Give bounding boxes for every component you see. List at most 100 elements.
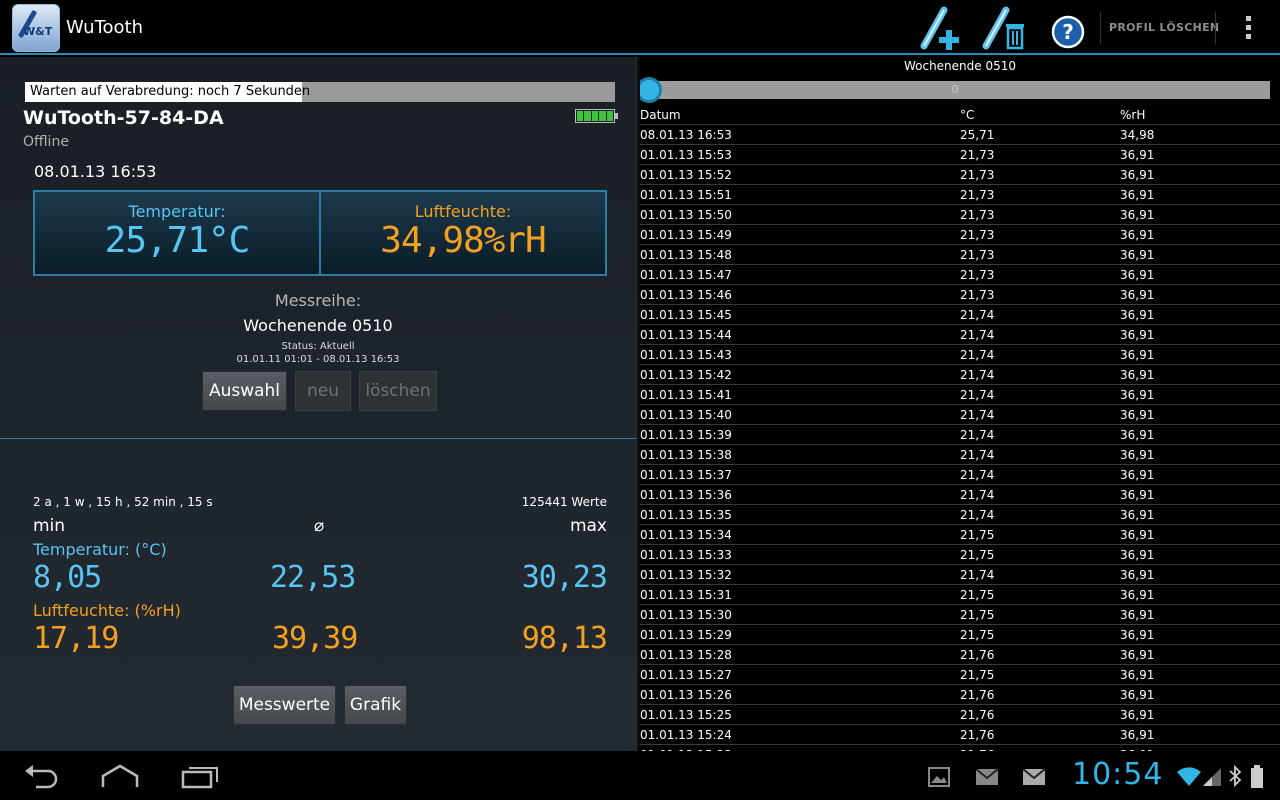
table-row[interactable]: 01.01.13 15:36 21,74 36,91 — [640, 484, 1280, 504]
row-temperature: 21,74 — [960, 488, 995, 502]
battery-level-icon — [575, 109, 618, 123]
table-row[interactable]: 01.01.13 15:51 21,73 36,91 — [640, 184, 1280, 204]
row-humidity: 36,91 — [1120, 248, 1155, 262]
row-humidity: 36,91 — [1120, 568, 1155, 582]
slider-value: 0 — [951, 83, 959, 96]
row-humidity: 36,91 — [1120, 708, 1155, 722]
row-date: 01.01.13 15:36 — [640, 488, 732, 502]
connection-progress-bar: Warten auf Verabredung: noch 7 Sekunden — [25, 82, 615, 102]
row-date: 01.01.13 15:40 — [640, 408, 732, 422]
table-row[interactable]: 01.01.13 15:34 21,75 36,91 — [640, 524, 1280, 544]
overflow-menu-icon[interactable] — [1240, 16, 1256, 42]
humidity-label: Luftfeuchte: — [414, 202, 512, 221]
row-temperature: 21,75 — [960, 608, 995, 622]
table-row[interactable]: 01.01.13 15:25 21,76 36,91 — [640, 704, 1280, 724]
row-temperature: 21,74 — [960, 568, 995, 582]
row-temperature: 21,74 — [960, 408, 995, 422]
new-series-button[interactable]: neu — [295, 371, 351, 411]
action-bar: W&T WuTooth ? PROFIL LÖSCHEN — [0, 0, 1280, 55]
temperature-min: 8,05 — [33, 560, 102, 595]
device-panel: Warten auf Verabredung: noch 7 Sekunden … — [0, 57, 636, 751]
svg-text:?: ? — [1062, 20, 1074, 44]
table-row[interactable]: 01.01.13 15:28 21,76 36,91 — [640, 644, 1280, 664]
help-icon[interactable]: ? — [1050, 10, 1086, 54]
stats-min-label: min — [33, 516, 66, 536]
row-temperature: 21,76 — [960, 688, 995, 702]
delete-sensor-icon[interactable] — [980, 6, 1028, 50]
table-row[interactable]: 01.01.13 15:32 21,74 36,91 — [640, 564, 1280, 584]
row-humidity: 36,91 — [1120, 228, 1155, 242]
row-temperature: 21,75 — [960, 668, 995, 682]
delete-series-button[interactable]: löschen — [359, 371, 437, 411]
table-row[interactable]: 01.01.13 15:39 21,74 36,91 — [640, 424, 1280, 444]
row-temperature: 25,71 — [960, 128, 995, 142]
humidity-average: 39,39 — [272, 621, 358, 656]
table-row[interactable]: 01.01.13 15:29 21,75 36,91 — [640, 624, 1280, 644]
table-row[interactable]: 01.01.13 15:33 21,75 36,91 — [640, 544, 1280, 564]
temperature-label: Temperatur: — [128, 202, 226, 221]
table-row[interactable]: 01.01.13 15:52 21,73 36,91 — [640, 164, 1280, 184]
row-temperature: 21,73 — [960, 268, 995, 282]
table-row[interactable]: 01.01.13 15:42 21,74 36,91 — [640, 364, 1280, 384]
home-icon[interactable] — [100, 763, 140, 789]
select-series-button[interactable]: Auswahl — [202, 371, 287, 411]
temperature-average: 22,53 — [270, 560, 356, 595]
graph-button[interactable]: Grafik — [344, 685, 407, 725]
app-logo-icon[interactable]: W&T — [12, 4, 60, 52]
row-date: 01.01.13 15:39 — [640, 428, 732, 442]
table-row[interactable]: 01.01.13 15:35 21,74 36,91 — [640, 504, 1280, 524]
table-row[interactable]: 01.01.13 15:45 21,74 36,91 — [640, 304, 1280, 324]
current-timestamp: 08.01.13 16:53 — [34, 162, 157, 181]
column-header-temperature: °C — [960, 108, 975, 122]
table-row[interactable]: 01.01.13 15:50 21,73 36,91 — [640, 204, 1280, 224]
profile-delete-button[interactable]: PROFIL LÖSCHEN — [1109, 21, 1219, 34]
back-icon[interactable] — [22, 763, 60, 789]
row-date: 01.01.13 15:48 — [640, 248, 732, 262]
table-row[interactable]: 01.01.13 15:2321,7636,91 — [640, 744, 1280, 751]
table-row[interactable]: 01.01.13 15:26 21,76 36,91 — [640, 684, 1280, 704]
row-date: 01.01.13 15:46 — [640, 288, 732, 302]
table-row[interactable]: 01.01.13 15:30 21,75 36,91 — [640, 604, 1280, 624]
measurements-button[interactable]: Messwerte — [233, 685, 336, 725]
row-humidity: 36,91 — [1120, 528, 1155, 542]
measurements-series-title: Wochenende 0510 — [903, 59, 1017, 73]
table-row[interactable]: 01.01.13 15:53 21,73 36,91 — [640, 144, 1280, 164]
table-row[interactable]: 08.01.13 16:53 25,71 34,98 — [640, 124, 1280, 144]
humidity-reading: Luftfeuchte: 34,98%rH — [319, 192, 605, 274]
row-date: 01.01.13 15:35 — [640, 508, 732, 522]
table-row[interactable]: 01.01.13 15:49 21,73 36,91 — [640, 224, 1280, 244]
table-row[interactable]: 01.01.13 15:27 21,75 36,91 — [640, 664, 1280, 684]
table-row[interactable]: 01.01.13 15:48 21,73 36,91 — [640, 244, 1280, 264]
table-row[interactable]: 01.01.13 15:24 21,76 36,91 — [640, 724, 1280, 744]
device-name: WuTooth-57-84-DA — [23, 107, 224, 129]
row-date: 01.01.13 15:42 — [640, 368, 732, 382]
row-humidity: 36,91 — [1120, 448, 1155, 462]
table-row[interactable]: 01.01.13 15:47 21,73 36,91 — [640, 264, 1280, 284]
row-humidity: 36,91 — [1120, 468, 1155, 482]
row-date: 01.01.13 15:44 — [640, 328, 732, 342]
row-temperature: 21,73 — [960, 168, 995, 182]
measurements-table[interactable]: 08.01.13 16:53 25,71 34,98 01.01.13 15:53 21… — [640, 124, 1280, 751]
table-row[interactable]: 01.01.13 15:43 21,74 36,91 — [640, 344, 1280, 364]
table-row[interactable]: 01.01.13 15:37 21,74 36,91 — [640, 464, 1280, 484]
row-humidity: 36,91 — [1120, 388, 1155, 402]
position-slider[interactable]: 0 — [640, 77, 1270, 103]
row-date: 01.01.13 15:27 — [640, 668, 732, 682]
table-row[interactable]: 01.01.13 15:40 21,74 36,91 — [640, 404, 1280, 424]
row-date: 08.01.13 16:53 — [640, 128, 732, 142]
slider-thumb[interactable] — [640, 77, 662, 103]
row-temperature: 21,76 — [960, 708, 995, 722]
table-row[interactable]: 01.01.13 15:31 21,75 36,91 — [640, 584, 1280, 604]
signal-icon — [1203, 768, 1221, 786]
table-row[interactable]: 01.01.13 15:38 21,74 36,91 — [640, 444, 1280, 464]
table-row[interactable]: 01.01.13 15:44 21,74 36,91 — [640, 324, 1280, 344]
row-temperature: 21,75 — [960, 528, 995, 542]
mail-icon — [975, 768, 999, 785]
gallery-icon — [928, 767, 950, 787]
add-sensor-icon[interactable] — [916, 6, 964, 50]
row-humidity: 36,91 — [1120, 408, 1155, 422]
recent-apps-icon[interactable] — [180, 763, 220, 789]
row-date: 01.01.13 15:31 — [640, 588, 732, 602]
table-row[interactable]: 01.01.13 15:41 21,74 36,91 — [640, 384, 1280, 404]
table-row[interactable]: 01.01.13 15:46 21,73 36,91 — [640, 284, 1280, 304]
